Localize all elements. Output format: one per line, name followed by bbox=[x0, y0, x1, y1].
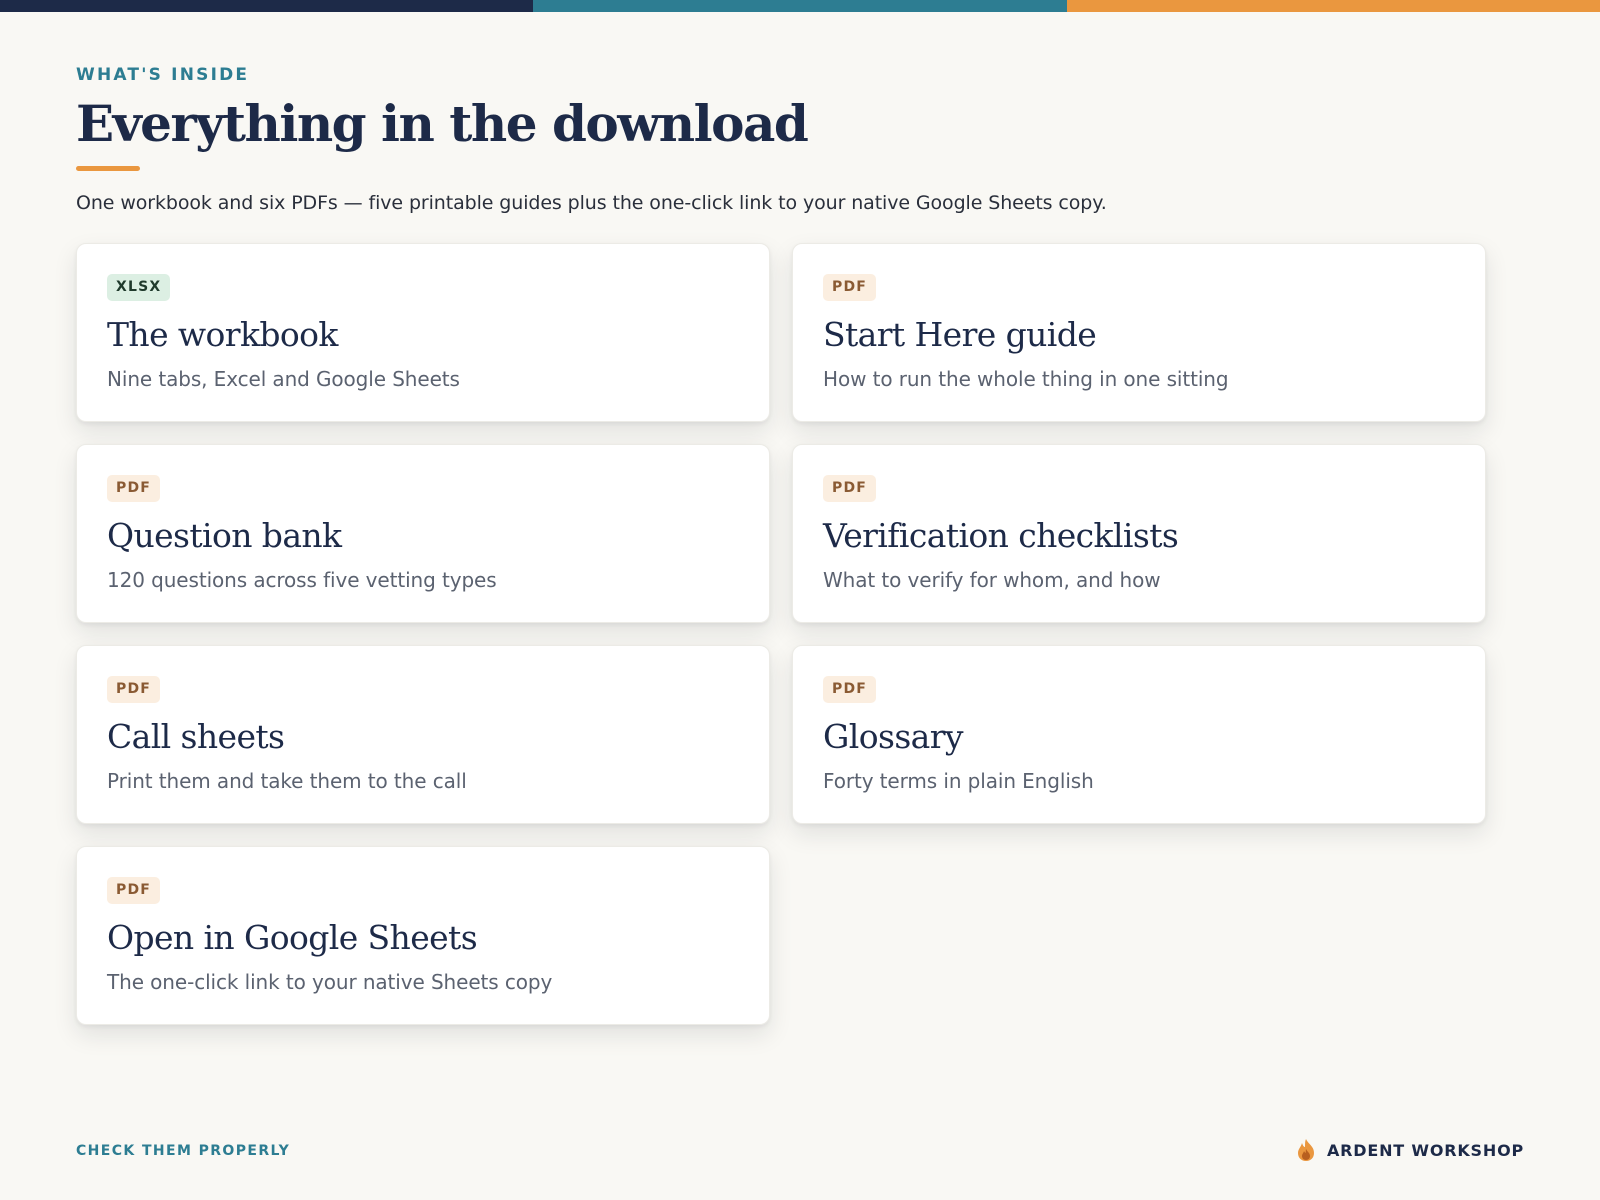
card-description: How to run the whole thing in one sittin… bbox=[823, 367, 1229, 391]
item-card-question-bank[interactable]: PDF Question bank 120 questions across f… bbox=[76, 444, 770, 623]
title-underline bbox=[76, 166, 140, 171]
card-description: Print them and take them to the call bbox=[107, 769, 467, 793]
stripe-orange bbox=[1066, 0, 1600, 12]
item-card-glossary[interactable]: PDF Glossary Forty terms in plain Englis… bbox=[792, 645, 1486, 824]
download-items-grid: XLSX The workbook Nine tabs, Excel and G… bbox=[76, 243, 1486, 1025]
stripe-navy bbox=[0, 0, 534, 12]
card-description: Forty terms in plain English bbox=[823, 769, 1094, 793]
stripe-teal bbox=[533, 0, 1067, 12]
card-description: Nine tabs, Excel and Google Sheets bbox=[107, 367, 460, 391]
file-type-badge: PDF bbox=[107, 676, 161, 703]
footer-tagline: CHECK THEM PROPERLY bbox=[76, 1143, 291, 1159]
flame-icon bbox=[1298, 1139, 1314, 1161]
page-title: Everything in the download bbox=[76, 94, 809, 153]
card-description: 120 questions across five vetting types bbox=[107, 568, 497, 592]
file-type-badge: PDF bbox=[107, 877, 161, 904]
card-title: Start Here guide bbox=[823, 315, 1097, 354]
card-title: Glossary bbox=[823, 717, 964, 756]
file-type-badge: PDF bbox=[823, 676, 877, 703]
file-type-badge: PDF bbox=[823, 274, 877, 301]
item-card-verification-checklists[interactable]: PDF Verification checklists What to veri… bbox=[792, 444, 1486, 623]
file-type-badge: PDF bbox=[823, 475, 877, 502]
card-description: The one-click link to your native Sheets… bbox=[107, 970, 553, 994]
card-title: Open in Google Sheets bbox=[107, 918, 478, 957]
top-color-stripe bbox=[0, 0, 1600, 12]
card-title: Call sheets bbox=[107, 717, 285, 756]
item-card-open-in-google-sheets[interactable]: PDF Open in Google Sheets The one-click … bbox=[76, 846, 770, 1025]
item-card-start-here[interactable]: PDF Start Here guide How to run the whol… bbox=[792, 243, 1486, 422]
file-type-badge: XLSX bbox=[107, 274, 171, 301]
item-card-call-sheets[interactable]: PDF Call sheets Print them and take them… bbox=[76, 645, 770, 824]
item-card-workbook[interactable]: XLSX The workbook Nine tabs, Excel and G… bbox=[76, 243, 770, 422]
card-title: Question bank bbox=[107, 516, 342, 555]
card-title: The workbook bbox=[107, 315, 338, 354]
eyebrow-label: WHAT'S INSIDE bbox=[76, 65, 250, 85]
footer-brand: ARDENT WORKSHOP bbox=[1295, 1138, 1524, 1162]
header-section: WHAT'S INSIDE Everything in the download… bbox=[76, 64, 1536, 216]
card-title: Verification checklists bbox=[823, 516, 1179, 555]
card-description: What to verify for whom, and how bbox=[823, 568, 1161, 592]
lead-paragraph: One workbook and six PDFs — five printab… bbox=[76, 192, 1107, 214]
file-type-badge: PDF bbox=[107, 475, 161, 502]
brand-name: ARDENT WORKSHOP bbox=[1327, 1140, 1524, 1160]
